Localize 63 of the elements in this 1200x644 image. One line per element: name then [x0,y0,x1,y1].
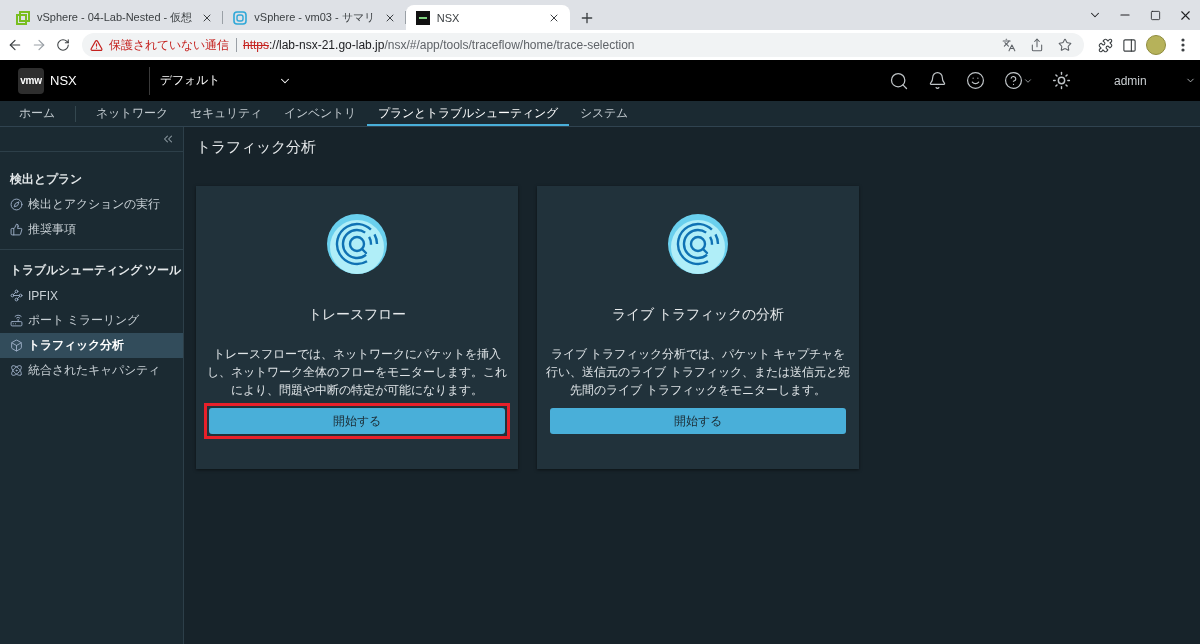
logo-badge: vmw [18,67,44,94]
atom-icon [10,364,23,377]
sidebar-item[interactable]: 統合されたキャパシティ [0,358,183,383]
user-menu[interactable]: admin [1104,73,1200,88]
browser-tab[interactable]: vSphere - 04-Lab-Nested - 仮想 [6,5,224,30]
address-bar[interactable]: 保護されていない通信 https://lab-nsx-21.go-lab.jp/nsx/#/app/tools/traceflow/home/trace-selection [82,33,1084,57]
square-logo-icon [415,10,430,25]
nav-tab[interactable]: ネットワーク [85,101,179,126]
sidebar-item[interactable]: 検出とアクションの実行 [0,192,183,217]
cube-icon [10,339,23,352]
radar-search-icon [327,214,387,274]
router-icon [10,314,23,327]
section-heading: 検出とプラン [9,171,83,187]
nav-tab[interactable]: ホーム [8,101,66,126]
translate-icon [1002,38,1016,52]
avatar-icon[interactable] [1146,35,1166,55]
radar-search-icon [668,214,728,274]
nav-tab[interactable]: インベントリ [273,101,367,126]
reload-icon [56,38,70,52]
compass-icon [10,198,23,211]
bell-icon [928,71,947,90]
start-button[interactable]: 開始する [550,408,846,434]
tab-title: vSphere - 04-Lab-Nested - 仮想 [37,10,193,25]
tab-title: vSphere - vm03 - サマリ [254,10,375,25]
star-icon [1058,38,1072,52]
double-chevron-left-icon [161,132,175,146]
sidebar-item[interactable]: 推奨事項 [0,217,183,242]
arrow-right-icon [31,37,47,53]
thumbs-up-icon [10,223,23,236]
card-title: トレースフロー [308,305,406,323]
card-description: トレースフローでは、ネットワークにパケットを挿入し、ネットワーク全体のフローをモニターします。これにより、問題や中断の特定が可能になります。 [206,346,508,399]
browser-tab[interactable]: vSphere - vm03 - サマリ [223,5,406,30]
maximize-icon [1149,9,1161,21]
section-heading: トラブルシューティング ツール [9,262,183,278]
sun-icon [1052,71,1071,90]
sidebar-item[interactable]: ポート ミラーリング [0,308,183,333]
page-title: トラフィック分析 [196,137,317,157]
nav-tab[interactable]: システム [569,101,639,126]
url-text: https://lab-nsx-21.go-lab.jp/nsx/#/app/tools/traceflow/home/trace-selection [243,38,636,52]
kebab-menu-icon [1181,38,1185,52]
help-icon [1004,71,1023,90]
project-dropdown[interactable]: デフォルト [159,72,292,89]
puzzle-icon [1097,37,1113,53]
collapse-button[interactable] [161,132,175,146]
overlapping-squares-icon [16,10,30,25]
sidebar-item[interactable]: トラフィック分析 [0,333,183,358]
nested-squares-icon [233,10,248,25]
card-title: ライブ トラフィックの分析 [612,305,784,323]
side-panel-icon [1121,37,1137,53]
nav-tab[interactable]: プランとトラブルシューティング [367,101,569,126]
waypoints-icon [10,289,23,302]
card-description: ライブ トラフィック分析では、パケット キャプチャを行い、送信元のライブ トラフィック、または送信元と宛先間のライブ トラフィックをモニターします。 [545,346,851,399]
nav-tab[interactable]: セキュリティ [179,101,273,126]
search-icon [889,70,909,91]
browser-tab[interactable]: NSX [405,5,570,30]
sidebar-item[interactable]: IPFIX [0,283,183,308]
security-warning[interactable]: 保護されていない通信 [109,38,237,52]
start-button[interactable]: 開始する [209,408,505,434]
smiley-icon [966,71,985,90]
tab-title: NSX [436,11,461,24]
product-name: NSX [50,73,77,88]
warning-icon [90,38,103,52]
share-icon [1030,38,1044,52]
